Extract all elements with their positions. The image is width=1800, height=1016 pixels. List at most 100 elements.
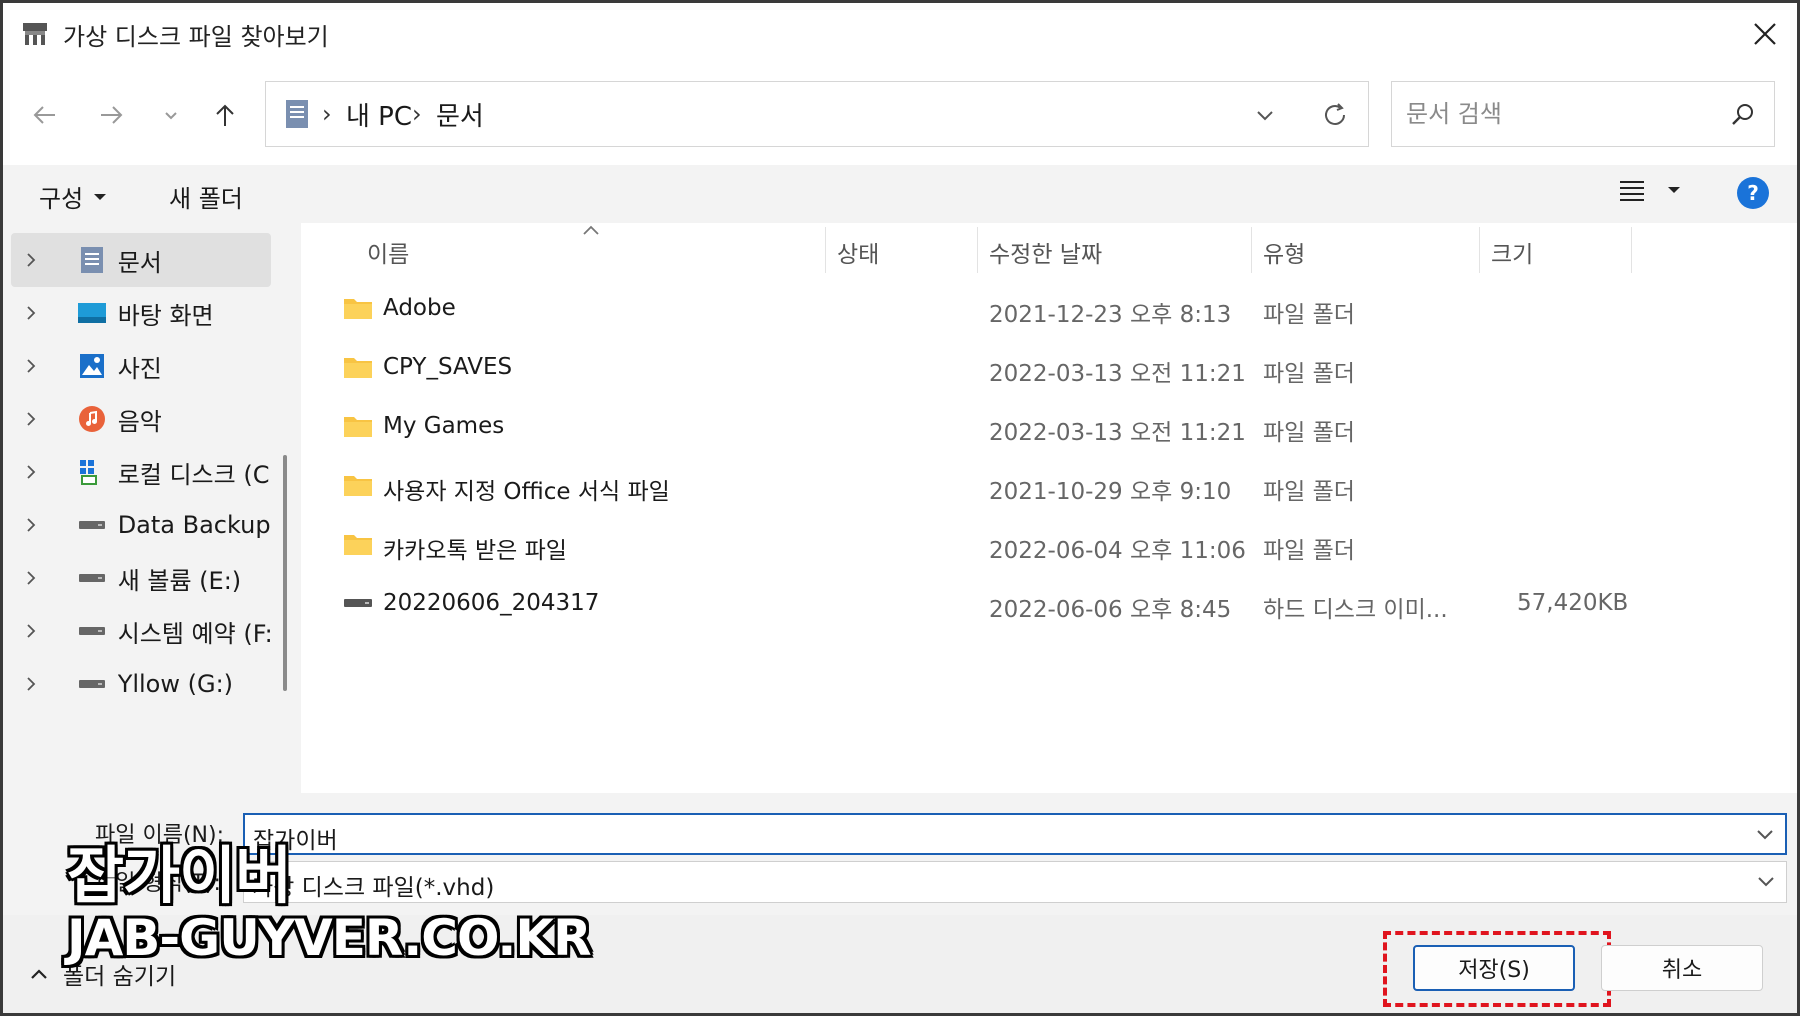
chevron-right-icon[interactable] xyxy=(11,305,50,321)
file-modified: 2022-03-13 오전 11:21 xyxy=(989,420,1246,446)
column-divider[interactable] xyxy=(825,227,826,273)
sidebar-item-label: 문서 xyxy=(117,248,162,277)
navigation-pane: 문서 바탕 화면 사진 음악 로컬 디스크 (C Data Backup (D xyxy=(3,223,299,793)
file-modified: 2022-06-06 오후 8:45 xyxy=(989,597,1232,623)
sidebar-scrollbar[interactable] xyxy=(283,455,287,691)
column-divider[interactable] xyxy=(1251,227,1252,273)
chevron-right-icon[interactable] xyxy=(11,676,50,692)
file-modified: 2022-03-13 오전 11:21 xyxy=(989,361,1246,387)
file-name: 카카오톡 받은 파일 xyxy=(383,538,567,564)
arrow-left-icon xyxy=(33,106,55,124)
column-header-name[interactable]: 이름 xyxy=(367,223,409,273)
chevron-right-icon[interactable] xyxy=(11,464,50,480)
recent-locations-button[interactable] xyxy=(151,95,191,135)
refresh-icon[interactable] xyxy=(1320,100,1350,130)
view-options-button[interactable] xyxy=(1619,179,1681,201)
navigation-bar: › 내 PC › 문서 xyxy=(3,65,1797,165)
sidebar-item-label: 음악 xyxy=(117,407,162,436)
search-input[interactable] xyxy=(1406,96,1706,132)
sidebar-item-yllow-g[interactable]: Yllow (G:) xyxy=(11,657,271,711)
file-modified: 2022-06-04 오후 11:06 xyxy=(989,538,1246,564)
file-type: 파일 폴더 xyxy=(1263,302,1355,328)
chevron-right-icon[interactable] xyxy=(11,517,50,533)
file-type: 파일 폴더 xyxy=(1263,420,1355,446)
sidebar-item-label: 바탕 화면 xyxy=(117,301,214,330)
address-bar[interactable]: › 내 PC › 문서 xyxy=(265,81,1369,147)
cancel-button[interactable]: 취소 xyxy=(1601,945,1763,991)
column-divider[interactable] xyxy=(1631,227,1632,273)
sidebar-item-desktop[interactable]: 바탕 화면 xyxy=(11,286,271,340)
forward-button[interactable] xyxy=(91,95,131,135)
filetype-select[interactable]: 가상 디스크 파일(*.vhd) xyxy=(243,861,1787,903)
column-header-modified[interactable]: 수정한 날짜 xyxy=(989,223,1102,273)
table-row[interactable]: 20220606_204317 2022-06-06 오후 8:45 하드 디스… xyxy=(301,576,1761,634)
filename-field[interactable]: 잡가이버 xyxy=(243,813,1787,855)
column-header-size[interactable]: 크기 xyxy=(1491,223,1533,273)
column-header-status[interactable]: 상태 xyxy=(837,223,879,273)
organize-button[interactable]: 구성 xyxy=(39,179,107,214)
file-size: 57,420KB xyxy=(1517,590,1629,616)
chevron-up-icon xyxy=(31,969,47,979)
table-row[interactable]: Adobe 2021-12-23 오후 8:13 파일 폴더 xyxy=(301,281,1761,339)
folder-icon xyxy=(344,535,372,555)
watermark-url: JAB-GUYVER.CO.KR xyxy=(67,909,592,967)
file-name: CPY_SAVES xyxy=(383,354,513,380)
table-row[interactable]: My Games 2022-03-13 오전 11:21 파일 폴더 xyxy=(301,399,1761,457)
up-button[interactable] xyxy=(205,95,245,135)
command-bar: 구성 새 폴더 ? xyxy=(3,165,1797,223)
table-row[interactable]: 사용자 지정 Office 서식 파일 2021-10-29 오후 9:10 파… xyxy=(301,458,1761,516)
breadcrumb-documents[interactable]: 문서 xyxy=(436,96,484,133)
chevron-down-icon[interactable] xyxy=(1252,102,1278,128)
caret-down-icon xyxy=(1668,187,1680,193)
sidebar-item-system-reserved-f[interactable]: 시스템 예약 (F: xyxy=(11,604,271,658)
sidebar-item-data-backup-d[interactable]: Data Backup (D xyxy=(11,498,271,552)
column-divider[interactable] xyxy=(1479,227,1480,273)
folder-icon xyxy=(344,358,372,378)
new-folder-button[interactable]: 새 폴더 xyxy=(169,179,243,214)
documents-icon xyxy=(286,100,308,128)
folder-icon xyxy=(344,417,372,437)
file-modified: 2021-10-29 오후 9:10 xyxy=(989,479,1232,505)
file-name: 20220606_204317 xyxy=(383,590,600,616)
chevron-right-icon[interactable] xyxy=(11,411,50,427)
chevron-down-icon[interactable] xyxy=(1756,874,1776,890)
sidebar-item-new-volume-e[interactable]: 새 볼륨 (E:) xyxy=(11,551,271,605)
table-row[interactable]: 카카오톡 받은 파일 2022-06-04 오후 11:06 파일 폴더 xyxy=(301,517,1761,575)
close-button[interactable] xyxy=(1733,3,1797,65)
sidebar-item-local-disk-c[interactable]: 로컬 디스크 (C xyxy=(11,445,271,499)
sidebar-item-label: 시스템 예약 (F: xyxy=(117,619,271,648)
table-row[interactable]: CPY_SAVES 2022-03-13 오전 11:21 파일 폴더 xyxy=(301,340,1761,398)
back-button[interactable] xyxy=(25,95,65,135)
chevron-down-icon[interactable] xyxy=(1755,827,1775,843)
column-header-type[interactable]: 유형 xyxy=(1263,223,1305,273)
drive-icon xyxy=(74,509,109,541)
breadcrumb-separator-icon: › xyxy=(322,100,332,128)
arrow-up-icon xyxy=(216,104,234,126)
chevron-right-icon[interactable] xyxy=(11,570,50,586)
drive-icon xyxy=(74,615,109,647)
sidebar-item-label: 사진 xyxy=(117,354,162,383)
help-icon[interactable]: ? xyxy=(1737,177,1769,209)
save-button[interactable]: 저장(S) xyxy=(1413,945,1575,991)
music-icon xyxy=(74,403,109,435)
chevron-right-icon[interactable] xyxy=(11,358,50,374)
search-icon[interactable] xyxy=(1728,100,1758,130)
drive-icon xyxy=(74,668,109,700)
window-title: 가상 디스크 파일 찾아보기 xyxy=(63,23,329,51)
file-name: Adobe xyxy=(383,295,456,321)
drive-icon xyxy=(74,562,109,594)
chevron-right-icon[interactable] xyxy=(11,252,50,268)
chevron-right-icon[interactable] xyxy=(11,623,50,639)
caret-down-icon xyxy=(94,193,107,200)
sidebar-item-pictures[interactable]: 사진 xyxy=(11,339,271,393)
sidebar-item-documents[interactable]: 문서 xyxy=(11,233,271,287)
chevron-down-icon xyxy=(165,112,177,120)
sidebar-item-music[interactable]: 음악 xyxy=(11,392,271,446)
breadcrumb-this-pc[interactable]: 내 PC xyxy=(346,96,412,133)
column-divider[interactable] xyxy=(977,227,978,273)
file-modified: 2021-12-23 오후 8:13 xyxy=(989,302,1232,328)
file-name: My Games xyxy=(383,413,505,439)
local-disk-icon xyxy=(74,456,109,488)
file-type: 파일 폴더 xyxy=(1263,538,1355,564)
search-box[interactable] xyxy=(1391,81,1775,147)
